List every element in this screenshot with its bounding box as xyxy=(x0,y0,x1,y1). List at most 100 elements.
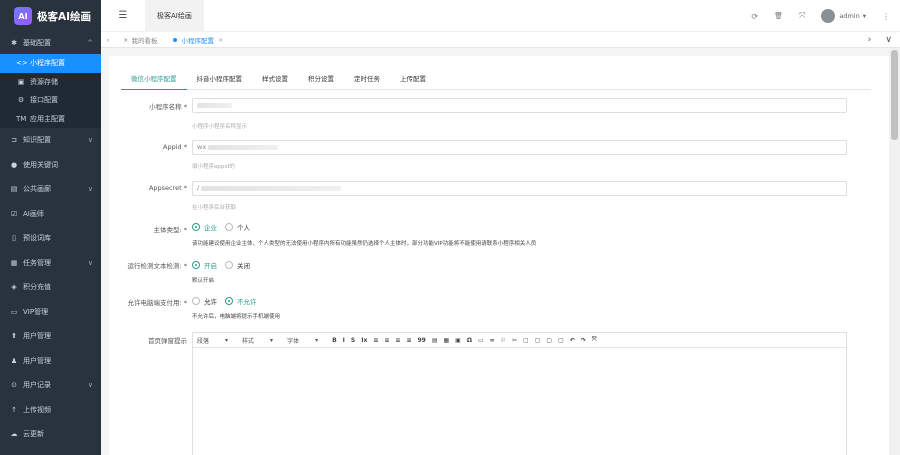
sidebar-item-2[interactable]: ▤ 公共画廊 ∨ xyxy=(0,177,101,202)
tag-miniprogram-config[interactable]: 小程序配置 × xyxy=(165,35,231,45)
trash-icon[interactable]: 🗑 xyxy=(774,12,783,20)
editor-toolbar-button[interactable]: ▤ xyxy=(432,337,438,344)
tab-schedule[interactable]: 定时任务 xyxy=(344,70,390,90)
chevron-down-icon: ▾ xyxy=(315,336,319,344)
style-select[interactable]: 样式 ▾ xyxy=(242,336,281,345)
sidebar-item-10[interactable]: ⊙ 用户记录 ∨ xyxy=(0,373,101,398)
appsecret-input[interactable]: / xyxy=(192,181,847,196)
editor-toolbar-button[interactable]: ⤧ xyxy=(592,336,597,344)
editor-label: 首页弹窗提示 xyxy=(148,337,187,345)
sidebar-item-3[interactable]: ☑ AI画师 xyxy=(0,202,101,227)
app-logo[interactable]: AI 极客AI绘画 xyxy=(0,0,101,32)
review-option-on[interactable]: 开启 xyxy=(192,260,217,270)
app-title: 极客AI绘画 xyxy=(37,10,92,23)
avatar xyxy=(821,9,836,23)
sidebar-item-4[interactable]: ▯ 预设词库 xyxy=(0,226,101,251)
redacted-value xyxy=(208,144,279,150)
sidebar-subitem-label: 应用主配置 xyxy=(30,114,65,123)
payment-option-allow[interactable]: 允许 xyxy=(192,296,217,306)
editor-toolbar-button[interactable]: ▢ xyxy=(558,337,564,344)
editor-toolbar-button[interactable]: Ix xyxy=(361,337,367,344)
sidebar-subitem-3[interactable]: TM 应用主配置 xyxy=(0,110,101,129)
sidebar-item-label: 预设词库 xyxy=(23,234,51,243)
chevron-left-icon[interactable]: ‹ xyxy=(101,36,115,44)
editor-toolbar-button[interactable]: ≡ xyxy=(406,337,411,344)
tab-upload[interactable]: 上传配置 xyxy=(390,70,436,90)
sidebar-item-5[interactable]: ▦ 任务管理 ∨ xyxy=(0,251,101,276)
fullscreen-icon[interactable]: ⤧ xyxy=(799,11,805,21)
page-scrollbar[interactable] xyxy=(889,48,900,455)
editor-toolbar-button[interactable]: I xyxy=(343,337,345,344)
editor-toolbar-button[interactable]: ▦ xyxy=(444,337,450,344)
subject-option-personal[interactable]: 个人 xyxy=(225,222,250,232)
sidebar-item-7[interactable]: ▭ VIP管理 xyxy=(0,300,101,325)
editor-toolbar-button[interactable]: ▢ xyxy=(546,337,552,344)
sidebar-item-1[interactable]: ● 使用关键词 xyxy=(0,153,101,178)
editor-toolbar-button[interactable]: ⚐ xyxy=(501,337,506,344)
sidebar-item-0[interactable]: ⊐ 知识配置 ∨ xyxy=(0,128,101,153)
editor-toolbar-button[interactable]: ↶ xyxy=(570,337,575,344)
more-icon[interactable]: ⋮ xyxy=(882,12,890,21)
review-radio-group: 开启 关闭 xyxy=(192,260,250,270)
chevron-right-icon[interactable]: › xyxy=(868,35,872,45)
editor-toolbar-button[interactable]: ▢ xyxy=(523,337,529,344)
menu-icon: ▭ xyxy=(10,307,18,316)
hamburger-icon[interactable]: ☰ xyxy=(101,10,145,21)
font-select[interactable]: 字体 ▾ xyxy=(287,336,326,345)
editor-toolbar-button[interactable]: ↷ xyxy=(581,337,586,344)
review-option-off[interactable]: 关闭 xyxy=(225,260,250,270)
menu-icon: ▤ xyxy=(10,185,18,194)
payment-option-disallow[interactable]: 不允许 xyxy=(225,296,257,306)
editor-body[interactable] xyxy=(193,348,846,455)
redacted-value xyxy=(197,102,232,108)
navbar-actions: ⟳ 🗑 ⤧ admin ▾ ⋮ xyxy=(751,0,890,32)
editor-toolbar-button[interactable]: ≡ xyxy=(384,337,389,344)
editor-toolbar-button[interactable]: ≡ xyxy=(395,337,400,344)
close-icon[interactable]: × xyxy=(218,36,223,44)
logo-icon: AI xyxy=(14,7,32,25)
editor-toolbar-button[interactable]: Ω xyxy=(467,337,472,344)
refresh-icon[interactable]: ⟳ xyxy=(751,12,758,21)
format-select[interactable]: 段落 ▾ xyxy=(197,336,236,345)
chevron-down-icon[interactable]: ∨ xyxy=(885,35,892,45)
name-input[interactable] xyxy=(192,98,847,113)
editor-toolbar-button[interactable]: ≡ xyxy=(373,337,378,344)
sidebar-item-label: 知识配置 xyxy=(23,136,51,145)
sidebar-item-label: 公共画廊 xyxy=(23,185,51,194)
sidebar-item-12[interactable]: ☁ 云更新 xyxy=(0,422,101,447)
editor-toolbar-button[interactable]: B xyxy=(332,337,337,344)
sidebar-item-8[interactable]: ⬆ 用户管理 xyxy=(0,324,101,349)
sidebar-group-basic-config[interactable]: ✱ 基础配置 ^ xyxy=(0,32,101,54)
appid-input[interactable]: wx xyxy=(192,140,847,155)
subject-option-company[interactable]: 企业 xyxy=(192,222,217,232)
top-tab-app[interactable]: 极客AI绘画 xyxy=(145,0,204,32)
close-icon[interactable]: × xyxy=(123,36,128,44)
sidebar-item-label: AI画师 xyxy=(23,209,44,218)
tab-points[interactable]: 积分设置 xyxy=(298,70,344,90)
menu-icon: ⬆ xyxy=(11,332,17,341)
sidebar-subitem-0[interactable]: <> 小程序配置 xyxy=(0,54,101,73)
sidebar-subitem-label: 小程序配置 xyxy=(30,59,65,68)
tab-douyin[interactable]: 抖音小程序配置 xyxy=(187,70,253,90)
sidebar-item-9[interactable]: ♟ 用户管理 xyxy=(0,349,101,374)
name-hint: 小程序小程序名称显示 xyxy=(192,124,248,130)
sidebar-subitem-1[interactable]: ▣ 资源存储 xyxy=(0,73,101,92)
editor-toolbar-button[interactable]: ▢ xyxy=(535,337,541,344)
tab-style[interactable]: 样式设置 xyxy=(252,70,298,90)
tag-dashboard[interactable]: × 我的看板 xyxy=(115,35,165,45)
user-menu[interactable]: admin ▾ xyxy=(821,9,866,23)
sidebar-subitem-2[interactable]: ⚙ 接口配置 xyxy=(0,91,101,110)
editor-toolbar-button[interactable]: S xyxy=(351,337,355,344)
editor-toolbar-button[interactable]: ∞ xyxy=(490,337,495,344)
sidebar-item-11[interactable]: ↑ 上传视频 xyxy=(0,398,101,423)
config-panel: 微信小程序配置 抖音小程序配置 样式设置 积分设置 定时任务 上传配置 小程序名… xyxy=(109,56,889,455)
config-tabs: 微信小程序配置 抖音小程序配置 样式设置 积分设置 定时任务 上传配置 xyxy=(121,70,871,90)
editor-toolbar-button[interactable]: ▭ xyxy=(478,337,484,344)
appid-hint: 填小程序appid的 xyxy=(192,164,235,170)
editor-toolbar-button[interactable]: ▣ xyxy=(455,337,461,344)
editor-toolbar-button[interactable]: 99 xyxy=(417,337,425,344)
tab-wechat[interactable]: 微信小程序配置 xyxy=(121,70,187,90)
sidebar-item-6[interactable]: ◈ 积分充值 xyxy=(0,275,101,300)
scrollbar-thumb[interactable] xyxy=(891,50,898,140)
editor-toolbar-button[interactable]: ✂ xyxy=(512,337,517,344)
